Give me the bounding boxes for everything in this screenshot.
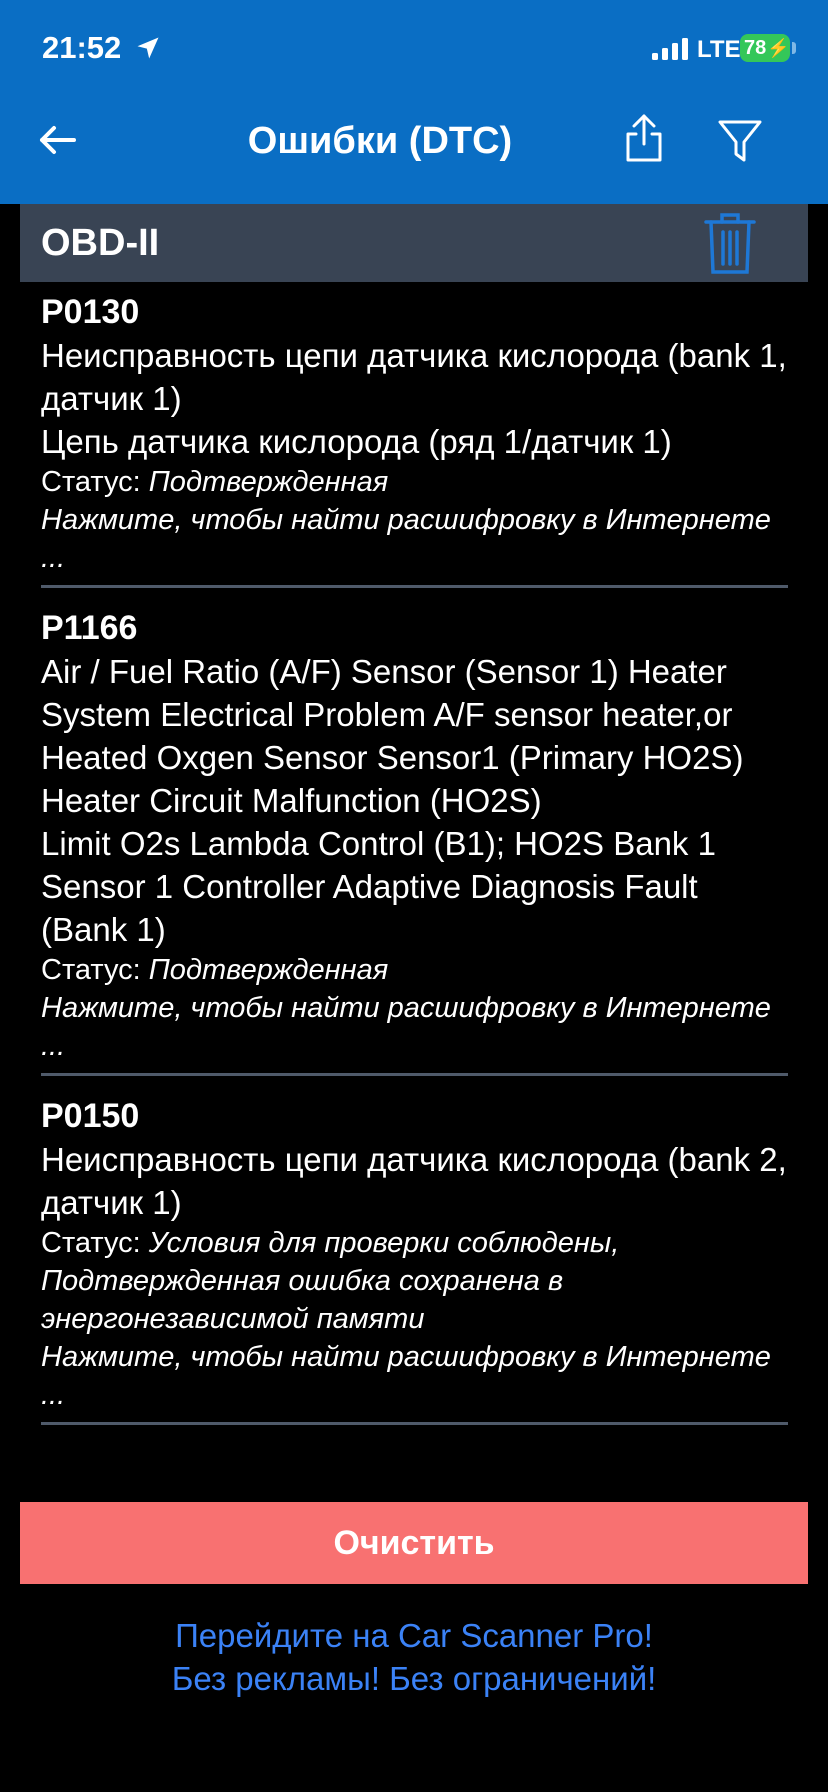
trash-button[interactable] bbox=[702, 210, 758, 276]
error-item[interactable]: P1166 Air / Fuel Ratio (A/F) Sensor (Sen… bbox=[41, 606, 788, 1076]
location-arrow-icon bbox=[137, 37, 159, 59]
filter-button[interactable] bbox=[716, 116, 764, 164]
error-description: Цепь датчика кислорода (ряд 1/датчик 1) bbox=[41, 423, 672, 460]
arrow-left-icon bbox=[40, 126, 76, 154]
status-value: Подтвержденная bbox=[148, 466, 389, 498]
share-icon bbox=[626, 114, 662, 162]
promo-line-1[interactable]: Перейдите на Car Scanner Pro! bbox=[0, 1614, 828, 1657]
status-label: Статус: bbox=[41, 1227, 141, 1259]
signal-bars-icon bbox=[652, 38, 688, 60]
status-value: Подтвержденная bbox=[148, 954, 389, 986]
error-description: Limit O2s Lambda Control (B1); HO2S Bank… bbox=[41, 825, 716, 948]
status-label: Статус: bbox=[41, 466, 141, 498]
error-status: Статус: Условия для проверки соблюдены, … bbox=[41, 1224, 788, 1338]
error-code: P0150 bbox=[41, 1097, 140, 1135]
pro-upgrade-promo[interactable]: Перейдите на Car Scanner Pro! Без реклам… bbox=[0, 1614, 828, 1700]
error-status: Статус: Подтвержденная bbox=[41, 951, 788, 989]
error-description: Неисправность цепи датчика кислорода (ba… bbox=[41, 337, 787, 417]
search-hint-link[interactable]: Нажмите, чтобы найти расшифровку в Интер… bbox=[41, 989, 788, 1065]
battery-level: 78 bbox=[744, 36, 767, 59]
error-description: Air / Fuel Ratio (A/F) Sensor (Sensor 1)… bbox=[41, 653, 744, 819]
trash-icon bbox=[704, 213, 756, 274]
battery-indicator: 78 ⚡ bbox=[740, 34, 790, 62]
back-button[interactable] bbox=[34, 116, 82, 164]
status-time: 21:52 bbox=[42, 30, 122, 65]
section-title: OBD-II bbox=[41, 222, 160, 264]
error-description: Неисправность цепи датчика кислорода (ba… bbox=[41, 1141, 787, 1221]
error-item[interactable]: P0150 Неисправность цепи датчика кислоро… bbox=[41, 1094, 788, 1425]
section-header-obd: OBD-II bbox=[20, 204, 808, 282]
error-item[interactable]: P0130 Неисправность цепи датчика кислоро… bbox=[41, 290, 788, 588]
error-code: P0130 bbox=[41, 293, 140, 331]
network-type: LTE bbox=[697, 36, 741, 63]
filter-icon bbox=[718, 120, 762, 162]
charging-bolt-icon: ⚡ bbox=[767, 37, 790, 58]
status-label: Статус: bbox=[41, 954, 141, 986]
error-code: P1166 bbox=[41, 609, 138, 647]
search-hint-link[interactable]: Нажмите, чтобы найти расшифровку в Интер… bbox=[41, 1338, 788, 1414]
app-header: 21:52 LTE 78 ⚡ Ошибки (DTC) bbox=[0, 0, 828, 204]
error-list: P0130 Неисправность цепи датчика кислоро… bbox=[41, 290, 788, 1443]
clear-button[interactable]: Очистить bbox=[20, 1502, 808, 1584]
search-hint-link[interactable]: Нажмите, чтобы найти расшифровку в Интер… bbox=[41, 501, 788, 577]
share-button[interactable] bbox=[622, 112, 666, 164]
battery-nub bbox=[792, 42, 796, 54]
page-title: Ошибки (DTC) bbox=[247, 120, 513, 162]
promo-line-2[interactable]: Без рекламы! Без ограничений! bbox=[0, 1657, 828, 1700]
error-status: Статус: Подтвержденная bbox=[41, 463, 788, 501]
